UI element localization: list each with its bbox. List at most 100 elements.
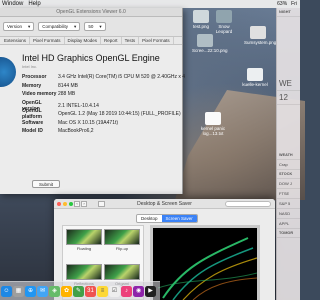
segment-desktop[interactable]: Desktop bbox=[137, 215, 162, 222]
close-icon[interactable] bbox=[57, 202, 61, 206]
screensaver-preview-image bbox=[104, 263, 140, 280]
segment-screen-saver[interactable]: Screen Saver bbox=[161, 215, 197, 222]
launchpad-icon[interactable]: ▦ bbox=[13, 285, 24, 297]
document-icon bbox=[247, 68, 263, 81]
tv-icon[interactable]: ▶ bbox=[145, 285, 156, 297]
window-titlebar[interactable]: OpenGL Extensions Viewer 6.0 bbox=[0, 8, 182, 17]
tab-display-modes[interactable]: Display Modes bbox=[65, 37, 102, 44]
tab-pixel-formats[interactable]: Pixel Formats bbox=[30, 37, 65, 44]
nc-tomorrow-header[interactable]: TOMOR bbox=[277, 229, 300, 238]
renderer-info-panel: Intel HD Graphics OpenGL Engine Intel In… bbox=[0, 45, 185, 193]
window-title: Desktop & Screen Saver bbox=[137, 201, 192, 207]
info-label: Software bbox=[22, 119, 44, 126]
nc-weekday: WE bbox=[277, 77, 300, 91]
screensaver-preview-image bbox=[66, 229, 102, 245]
info-value: MacBookPro6,2 bbox=[58, 128, 94, 135]
calendar-icon[interactable]: 31 bbox=[85, 285, 96, 297]
chevron-down-icon: ▾ bbox=[99, 23, 102, 29]
desktop-icon-sumsystem[interactable]: Sumsystem.png bbox=[244, 26, 276, 45]
podcasts-icon[interactable]: ◉ bbox=[133, 285, 144, 297]
show-all-grid-icon[interactable] bbox=[98, 201, 105, 207]
nc-stock-row[interactable]: DOW J bbox=[277, 179, 300, 189]
screensaver-preview-image bbox=[66, 263, 102, 280]
info-value: 288 MB bbox=[58, 91, 76, 98]
menu-bar: Window Help 63% Fri bbox=[0, 0, 300, 8]
desktop-icon-label: test.png bbox=[192, 24, 209, 29]
segment-control: Desktop Screen Saver bbox=[136, 214, 198, 223]
info-row: Software Mac OS X 10.15 (19A471t) bbox=[22, 119, 185, 128]
info-value: 3.4 GHz Intel(R) Core(TM) i5 CPU M 520 @… bbox=[58, 74, 186, 81]
desktop-icon-screenshot[interactable]: Scree...22:10.png bbox=[192, 34, 228, 53]
nc-date: 12 bbox=[277, 91, 300, 105]
gpu-logo-icon bbox=[0, 57, 16, 87]
renderer-title: Intel HD Graphics OpenGL Engine bbox=[22, 53, 160, 63]
image-file-icon bbox=[193, 10, 209, 23]
desktop-icon-test-png[interactable]: test.png bbox=[190, 10, 212, 29]
info-label: Video memory bbox=[22, 91, 57, 98]
desktop-icon-label: kuelle-kernel bbox=[242, 82, 268, 87]
window-controls bbox=[57, 202, 73, 206]
reminders-icon[interactable]: ☑ bbox=[109, 285, 120, 297]
nc-night-shift[interactable]: NIGHT bbox=[277, 8, 300, 17]
messages-icon[interactable]: ✎ bbox=[73, 285, 84, 297]
tab-bar: Extensions Pixel Formats Display Modes R… bbox=[0, 37, 182, 45]
compatibility-select[interactable]: Compatibility ▾ bbox=[38, 22, 81, 31]
tab-extensions[interactable]: Extensions bbox=[1, 37, 31, 44]
nc-weather-location: Crap bbox=[277, 160, 300, 170]
back-icon[interactable]: ‹ bbox=[74, 201, 80, 207]
nc-stock-row[interactable]: NASD bbox=[277, 209, 300, 219]
desktop-icon-snow-leopard[interactable]: Snow Leopard bbox=[213, 10, 235, 34]
notes-icon[interactable]: ≡ bbox=[97, 285, 108, 297]
text-file-icon bbox=[205, 112, 221, 125]
info-row: Processor 3.4 GHz Intel(R) Core(TM) i5 C… bbox=[22, 73, 185, 82]
version-select[interactable]: Version ▾ bbox=[3, 22, 35, 31]
nc-stocks-header[interactable]: STOCK bbox=[277, 170, 300, 179]
forward-icon[interactable]: › bbox=[81, 201, 87, 207]
desktop-icon-label: Scree...22:10.png bbox=[192, 48, 228, 53]
maps-icon[interactable]: ◈ bbox=[49, 285, 60, 297]
safari-icon[interactable]: ⊕ bbox=[25, 285, 36, 297]
info-label: Model ID bbox=[22, 128, 43, 135]
window-titlebar[interactable]: ‹ › Desktop & Screen Saver bbox=[54, 199, 275, 209]
menu-item-window[interactable]: Window bbox=[2, 0, 23, 8]
nc-stock-row[interactable]: S&P 5 bbox=[277, 199, 300, 209]
disk-icon bbox=[216, 10, 232, 23]
screensaver-thumb[interactable]: Floating bbox=[66, 229, 102, 262]
desktop-icon-label: Sumsystem.png bbox=[244, 40, 277, 45]
info-table: Processor 3.4 GHz Intel(R) Core(TM) i5 C… bbox=[22, 73, 185, 136]
notification-center: NIGHT WE 12 WEATH Crap STOCK DOW J FTSE … bbox=[276, 8, 300, 300]
aurora-preview-graphic bbox=[157, 237, 257, 300]
info-value: 2.1 INTEL-10.4.14 bbox=[58, 102, 99, 109]
desktop-icon-kernel-log[interactable]: kernel panic log...13.txt bbox=[196, 112, 230, 136]
nc-stock-row[interactable]: FTSE bbox=[277, 189, 300, 199]
nc-weather-header[interactable]: WEATH bbox=[277, 151, 300, 160]
image-file-icon bbox=[250, 26, 266, 39]
status-area: 63% Fri bbox=[277, 0, 300, 8]
nc-stock-row[interactable]: APPL bbox=[277, 219, 300, 229]
chevron-down-icon: ▾ bbox=[28, 23, 31, 29]
zoom-icon[interactable] bbox=[69, 202, 73, 206]
clock[interactable]: Fri bbox=[291, 0, 297, 8]
tab-tests[interactable]: Tests bbox=[122, 37, 140, 44]
screensaver-thumb[interactable]: Flip-up bbox=[104, 229, 140, 262]
mail-icon[interactable]: ✉ bbox=[37, 285, 48, 297]
samples-select[interactable]: 50 ▾ bbox=[84, 22, 106, 31]
menu-item-help[interactable]: Help bbox=[28, 0, 40, 8]
desktop-icon-kuelle-kernel[interactable]: kuelle-kernel bbox=[240, 68, 270, 87]
image-file-icon bbox=[197, 34, 213, 47]
photos-icon[interactable]: ✿ bbox=[61, 285, 72, 297]
submit-button[interactable]: Submit bbox=[32, 180, 61, 188]
minimize-icon[interactable] bbox=[63, 202, 67, 206]
info-row: OpenGL platform OpenGL 1.2 (May 18 2019 … bbox=[22, 108, 185, 120]
search-input[interactable] bbox=[225, 201, 271, 207]
tab-report[interactable]: Report bbox=[101, 37, 122, 44]
battery-status[interactable]: 63% bbox=[277, 0, 287, 8]
info-value: 8144 MB bbox=[58, 82, 79, 89]
desktop-icon-label: Snow Leopard bbox=[215, 24, 233, 34]
desktop-icon-label: kernel panic log...13.txt bbox=[200, 126, 226, 136]
music-icon[interactable]: ♪ bbox=[121, 285, 132, 297]
tab-pixel-formats-2[interactable]: Pixel Formats bbox=[139, 37, 174, 44]
info-label: Processor bbox=[22, 74, 47, 81]
info-value: Mac OS X 10.15 (19A471t) bbox=[58, 119, 119, 126]
finder-icon[interactable]: ☺ bbox=[1, 285, 12, 297]
